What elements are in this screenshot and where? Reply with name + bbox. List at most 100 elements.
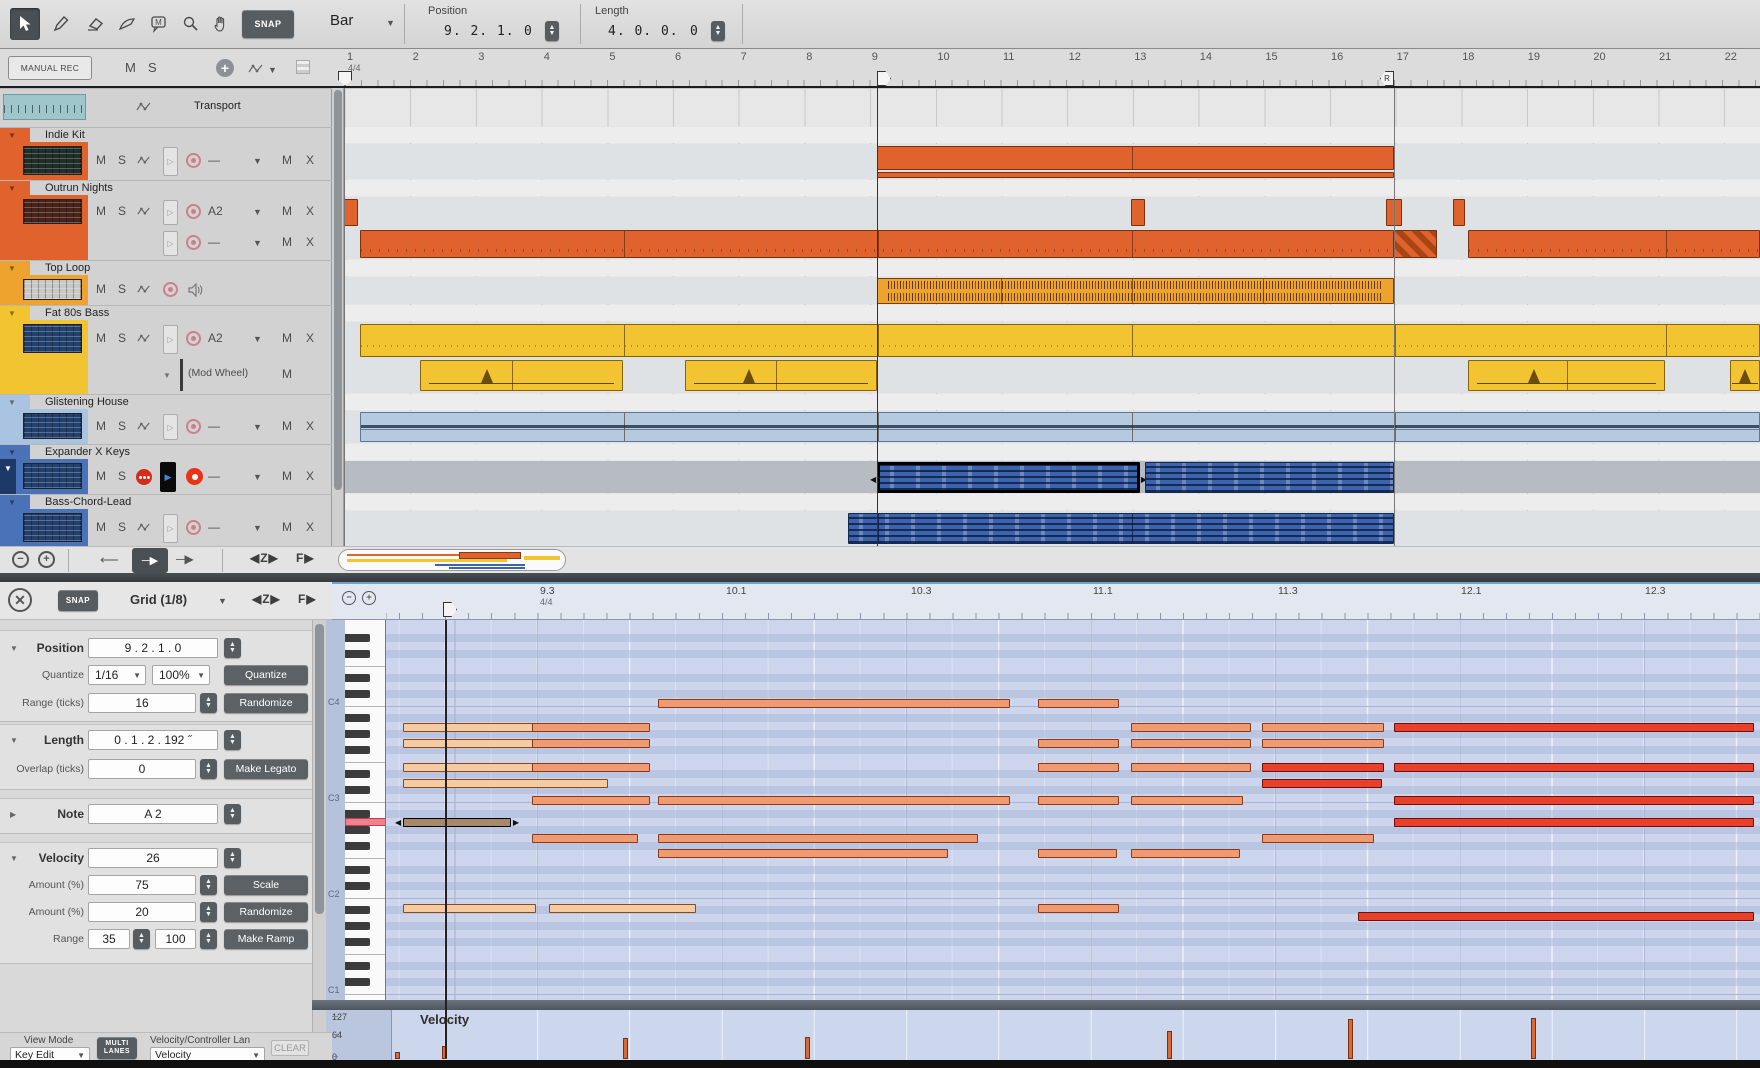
clip-orange[interactable]	[344, 199, 358, 226]
speaker-icon[interactable]	[188, 283, 203, 297]
automation-icon[interactable]	[137, 334, 151, 343]
midi-note[interactable]	[532, 739, 650, 748]
track-name[interactable]: Fat 80s Bass	[45, 307, 109, 319]
folder-collapse-arrow[interactable]: ▼	[8, 498, 16, 507]
black-key[interactable]	[345, 922, 370, 930]
lane-delete-button[interactable]: X	[306, 235, 314, 249]
automation-icon[interactable]	[137, 523, 151, 532]
clip-mod[interactable]	[420, 360, 623, 391]
clip-mod[interactable]	[1730, 360, 1760, 391]
track-name[interactable]: Indie Kit	[45, 129, 85, 141]
midi-note[interactable]	[1038, 796, 1119, 805]
track-solo-button[interactable]: S	[118, 204, 126, 218]
midi-note[interactable]	[658, 849, 948, 858]
midi-note[interactable]	[532, 723, 650, 732]
lane-mute-button[interactable]: M	[282, 469, 292, 483]
track-mute-button[interactable]: M	[96, 331, 106, 345]
lane-target-value[interactable]: —	[208, 419, 220, 433]
midi-note[interactable]	[532, 834, 638, 843]
editor-vscrollbar[interactable]	[312, 620, 326, 1060]
midi-note[interactable]	[1394, 723, 1754, 732]
clip-orange[interactable]	[1453, 199, 1465, 226]
range-ticks-field[interactable]: 16	[88, 693, 196, 713]
record-enable-icon[interactable]	[186, 520, 201, 535]
midi-note[interactable]	[1131, 796, 1243, 805]
panel-divider[interactable]	[0, 573, 1760, 582]
midi-note[interactable]	[403, 779, 608, 788]
track-solo-button[interactable]: S	[118, 331, 126, 345]
clip-wave[interactable]	[360, 412, 1760, 442]
lane-delete-button[interactable]: X	[306, 153, 314, 167]
chevron-down-icon[interactable]: ▼	[253, 422, 262, 432]
quantize-strength-dropdown[interactable]: 100%▼	[152, 665, 210, 685]
track-mute-button[interactable]: M	[96, 282, 106, 296]
range-high-field[interactable]: 100	[155, 929, 196, 949]
midi-note[interactable]	[1262, 779, 1382, 788]
black-key[interactable]	[345, 962, 370, 970]
range-low-stepper[interactable]: ▲▼	[133, 929, 150, 949]
clip-orange[interactable]	[877, 172, 1394, 178]
clip-orange[interactable]	[1386, 199, 1402, 226]
clip-midi[interactable]	[848, 513, 1394, 544]
multi-lanes-button[interactable]: MULTI LANES	[97, 1037, 137, 1059]
track-name[interactable]: Expander X Keys	[45, 446, 130, 458]
lane-play-button[interactable]: ▷	[163, 514, 178, 543]
lane-play-button[interactable]: ▷	[163, 231, 178, 256]
clip-yellow[interactable]	[360, 324, 1760, 357]
clip-midi[interactable]	[1145, 462, 1394, 493]
midi-note[interactable]	[1038, 849, 1117, 858]
lane-target-value[interactable]: A2	[208, 331, 223, 345]
black-key[interactable]	[345, 866, 370, 874]
track-solo-button[interactable]: S	[118, 469, 126, 483]
position-stepper[interactable]: ▲▼	[224, 638, 241, 658]
clip-orange[interactable]	[1131, 199, 1145, 226]
lane-mute-button[interactable]: M	[282, 204, 292, 218]
clip-mod[interactable]	[1468, 360, 1665, 391]
midi-note[interactable]	[1394, 818, 1754, 827]
chevron-down-icon[interactable]: ▼	[253, 156, 262, 166]
lane-delete-button[interactable]: X	[306, 204, 314, 218]
zoom-in-button[interactable]: +	[38, 551, 55, 568]
midi-note[interactable]	[1038, 763, 1119, 772]
scale-amount-field[interactable]: 75	[88, 875, 196, 895]
chevron-down-icon[interactable]: ▼	[253, 523, 262, 533]
range-low-field[interactable]: 35	[88, 929, 130, 949]
black-key[interactable]	[345, 714, 370, 722]
lane-play-button[interactable]: ▷	[163, 200, 178, 225]
folder-collapse-arrow[interactable]: ▼	[8, 398, 16, 407]
velocity-stepper[interactable]: ▲▼	[224, 848, 241, 868]
midi-note[interactable]	[1038, 904, 1119, 913]
randomize-velocity-button[interactable]: Randomize	[224, 902, 308, 922]
scrollbar-thumb[interactable]	[315, 624, 324, 914]
clip-orange-l[interactable]	[1468, 230, 1760, 258]
device-thumbnail[interactable]	[23, 279, 82, 300]
record-enable-icon[interactable]	[163, 282, 178, 297]
randomize-amount-field[interactable]: 20	[88, 902, 196, 922]
piano-roll-grid[interactable]	[386, 620, 1760, 1000]
folder-collapse-arrow[interactable]: ▼	[8, 131, 16, 140]
folder-collapse-arrow[interactable]: ▼	[4, 464, 12, 473]
editor-zoom-out-button[interactable]: −	[342, 591, 356, 605]
midi-note[interactable]	[1394, 763, 1754, 772]
pencil-arrow-tool-selected[interactable]: ─▶	[132, 548, 168, 573]
velocity-bar[interactable]	[395, 1052, 400, 1059]
midi-note[interactable]	[1394, 796, 1754, 805]
track-name[interactable]: Outrun Nights	[45, 182, 113, 194]
editor-zoom-z-buttons[interactable]: ◀Z▶	[252, 592, 281, 606]
range-ticks-stepper[interactable]: ▲▼	[200, 693, 217, 713]
black-key[interactable]	[345, 810, 370, 818]
track-name[interactable]: Glistening House	[45, 396, 129, 408]
automation-icon[interactable]	[137, 285, 151, 294]
midi-note[interactable]	[403, 904, 536, 913]
midi-note[interactable]	[1038, 699, 1119, 708]
midi-note[interactable]	[658, 796, 1010, 805]
automation-icon[interactable]	[137, 422, 151, 431]
lane-delete-button[interactable]: X	[306, 469, 314, 483]
scale-button[interactable]: Scale	[224, 875, 308, 895]
arrange-vscrollbar[interactable]	[332, 88, 344, 546]
position-field[interactable]: 9 . 2 . 1 . 0	[88, 638, 218, 658]
lane-target-value[interactable]: —	[208, 520, 220, 534]
black-key[interactable]	[345, 770, 370, 778]
velocity-bar[interactable]	[805, 1037, 810, 1059]
track-mute-button[interactable]: M	[96, 153, 106, 167]
